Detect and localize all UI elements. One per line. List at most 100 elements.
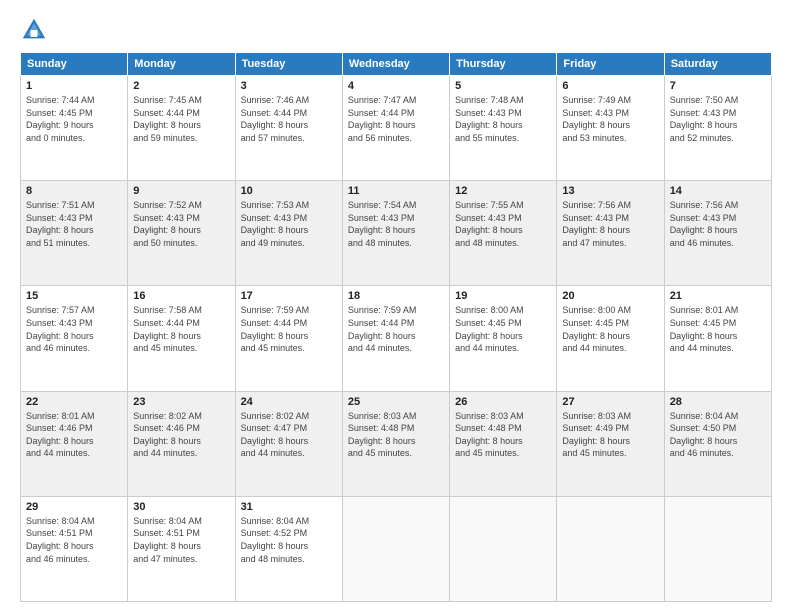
day-number: 12	[455, 185, 551, 197]
weekday-header-thursday: Thursday	[450, 53, 557, 76]
day-info: Sunrise: 8:04 AM Sunset: 4:51 PM Dayligh…	[26, 515, 122, 565]
day-info: Sunrise: 8:00 AM Sunset: 4:45 PM Dayligh…	[455, 304, 551, 354]
day-number: 31	[241, 501, 337, 513]
day-number: 10	[241, 185, 337, 197]
day-info: Sunrise: 7:50 AM Sunset: 4:43 PM Dayligh…	[670, 94, 766, 144]
calendar-day-cell: 14 Sunrise: 7:56 AM Sunset: 4:43 PM Dayli…	[664, 181, 771, 286]
day-info: Sunrise: 7:49 AM Sunset: 4:43 PM Dayligh…	[562, 94, 658, 144]
calendar-day-cell: 7 Sunrise: 7:50 AM Sunset: 4:43 PM Daylig…	[664, 76, 771, 181]
day-number: 9	[133, 185, 229, 197]
calendar-day-cell: 13 Sunrise: 7:56 AM Sunset: 4:43 PM Dayli…	[557, 181, 664, 286]
day-info: Sunrise: 7:54 AM Sunset: 4:43 PM Dayligh…	[348, 199, 444, 249]
day-info: Sunrise: 8:03 AM Sunset: 4:48 PM Dayligh…	[348, 410, 444, 460]
day-info: Sunrise: 7:47 AM Sunset: 4:44 PM Dayligh…	[348, 94, 444, 144]
day-info: Sunrise: 8:03 AM Sunset: 4:48 PM Dayligh…	[455, 410, 551, 460]
calendar-table: SundayMondayTuesdayWednesdayThursdayFrid…	[20, 52, 772, 602]
day-info: Sunrise: 7:44 AM Sunset: 4:45 PM Dayligh…	[26, 94, 122, 144]
day-number: 27	[562, 396, 658, 408]
day-info: Sunrise: 8:03 AM Sunset: 4:49 PM Dayligh…	[562, 410, 658, 460]
calendar-week-row: 1Sunrise: 7:44 AM Sunset: 4:45 PM Daylig…	[21, 76, 772, 181]
day-info: Sunrise: 8:00 AM Sunset: 4:45 PM Dayligh…	[562, 304, 658, 354]
day-info: Sunrise: 8:01 AM Sunset: 4:46 PM Dayligh…	[26, 410, 122, 460]
empty-day-cell	[342, 496, 449, 601]
day-number: 4	[348, 80, 444, 92]
calendar-day-cell: 1Sunrise: 7:44 AM Sunset: 4:45 PM Daylig…	[21, 76, 128, 181]
calendar-day-cell: 8 Sunrise: 7:51 AM Sunset: 4:43 PM Daylig…	[21, 181, 128, 286]
weekday-header-saturday: Saturday	[664, 53, 771, 76]
day-info: Sunrise: 8:02 AM Sunset: 4:46 PM Dayligh…	[133, 410, 229, 460]
day-info: Sunrise: 7:59 AM Sunset: 4:44 PM Dayligh…	[348, 304, 444, 354]
day-info: Sunrise: 7:52 AM Sunset: 4:43 PM Dayligh…	[133, 199, 229, 249]
calendar-day-cell: 15Sunrise: 7:57 AM Sunset: 4:43 PM Dayli…	[21, 286, 128, 391]
calendar-week-row: 29 Sunrise: 8:04 AM Sunset: 4:51 PM Dayli…	[21, 496, 772, 601]
day-info: Sunrise: 7:58 AM Sunset: 4:44 PM Dayligh…	[133, 304, 229, 354]
day-number: 25	[348, 396, 444, 408]
calendar-day-cell: 17 Sunrise: 7:59 AM Sunset: 4:44 PM Dayli…	[235, 286, 342, 391]
day-info: Sunrise: 7:46 AM Sunset: 4:44 PM Dayligh…	[241, 94, 337, 144]
day-number: 14	[670, 185, 766, 197]
calendar-day-cell: 6 Sunrise: 7:49 AM Sunset: 4:43 PM Daylig…	[557, 76, 664, 181]
calendar-day-cell: 5 Sunrise: 7:48 AM Sunset: 4:43 PM Daylig…	[450, 76, 557, 181]
calendar-week-row: 8 Sunrise: 7:51 AM Sunset: 4:43 PM Daylig…	[21, 181, 772, 286]
day-number: 3	[241, 80, 337, 92]
day-number: 17	[241, 290, 337, 302]
day-info: Sunrise: 7:59 AM Sunset: 4:44 PM Dayligh…	[241, 304, 337, 354]
calendar-day-cell: 22 Sunrise: 8:01 AM Sunset: 4:46 PM Dayli…	[21, 391, 128, 496]
day-number: 11	[348, 185, 444, 197]
calendar-day-cell: 9 Sunrise: 7:52 AM Sunset: 4:43 PM Daylig…	[128, 181, 235, 286]
day-number: 26	[455, 396, 551, 408]
day-number: 18	[348, 290, 444, 302]
day-number: 5	[455, 80, 551, 92]
calendar-day-cell: 23Sunrise: 8:02 AM Sunset: 4:46 PM Dayli…	[128, 391, 235, 496]
calendar-day-cell: 21 Sunrise: 8:01 AM Sunset: 4:45 PM Dayli…	[664, 286, 771, 391]
calendar-day-cell: 20 Sunrise: 8:00 AM Sunset: 4:45 PM Dayli…	[557, 286, 664, 391]
day-info: Sunrise: 7:51 AM Sunset: 4:43 PM Dayligh…	[26, 199, 122, 249]
calendar-header-row: SundayMondayTuesdayWednesdayThursdayFrid…	[21, 53, 772, 76]
day-info: Sunrise: 7:57 AM Sunset: 4:43 PM Dayligh…	[26, 304, 122, 354]
day-info: Sunrise: 8:04 AM Sunset: 4:52 PM Dayligh…	[241, 515, 337, 565]
day-number: 24	[241, 396, 337, 408]
calendar-day-cell: 25 Sunrise: 8:03 AM Sunset: 4:48 PM Dayli…	[342, 391, 449, 496]
day-number: 20	[562, 290, 658, 302]
calendar-day-cell: 27 Sunrise: 8:03 AM Sunset: 4:49 PM Dayli…	[557, 391, 664, 496]
calendar-day-cell: 26 Sunrise: 8:03 AM Sunset: 4:48 PM Dayli…	[450, 391, 557, 496]
calendar-day-cell: 18 Sunrise: 7:59 AM Sunset: 4:44 PM Dayli…	[342, 286, 449, 391]
day-number: 2	[133, 80, 229, 92]
logo	[20, 16, 52, 44]
day-info: Sunrise: 8:02 AM Sunset: 4:47 PM Dayligh…	[241, 410, 337, 460]
calendar-day-cell: 12Sunrise: 7:55 AM Sunset: 4:43 PM Dayli…	[450, 181, 557, 286]
calendar-day-cell: 2Sunrise: 7:45 AM Sunset: 4:44 PM Daylig…	[128, 76, 235, 181]
day-number: 6	[562, 80, 658, 92]
calendar-day-cell: 19 Sunrise: 8:00 AM Sunset: 4:45 PM Dayli…	[450, 286, 557, 391]
day-number: 28	[670, 396, 766, 408]
day-number: 22	[26, 396, 122, 408]
day-number: 7	[670, 80, 766, 92]
empty-day-cell	[664, 496, 771, 601]
calendar-week-row: 15Sunrise: 7:57 AM Sunset: 4:43 PM Dayli…	[21, 286, 772, 391]
logo-icon	[20, 16, 48, 44]
day-info: Sunrise: 8:01 AM Sunset: 4:45 PM Dayligh…	[670, 304, 766, 354]
weekday-header-monday: Monday	[128, 53, 235, 76]
weekday-header-sunday: Sunday	[21, 53, 128, 76]
day-info: Sunrise: 7:56 AM Sunset: 4:43 PM Dayligh…	[670, 199, 766, 249]
weekday-header-wednesday: Wednesday	[342, 53, 449, 76]
empty-day-cell	[450, 496, 557, 601]
day-number: 19	[455, 290, 551, 302]
day-info: Sunrise: 8:04 AM Sunset: 4:50 PM Dayligh…	[670, 410, 766, 460]
calendar-day-cell: 31 Sunrise: 8:04 AM Sunset: 4:52 PM Dayli…	[235, 496, 342, 601]
calendar-day-cell: 29 Sunrise: 8:04 AM Sunset: 4:51 PM Dayli…	[21, 496, 128, 601]
day-info: Sunrise: 7:48 AM Sunset: 4:43 PM Dayligh…	[455, 94, 551, 144]
day-number: 13	[562, 185, 658, 197]
day-info: Sunrise: 7:56 AM Sunset: 4:43 PM Dayligh…	[562, 199, 658, 249]
empty-day-cell	[557, 496, 664, 601]
day-number: 21	[670, 290, 766, 302]
calendar-day-cell: 3 Sunrise: 7:46 AM Sunset: 4:44 PM Daylig…	[235, 76, 342, 181]
calendar-day-cell: 24 Sunrise: 8:02 AM Sunset: 4:47 PM Dayli…	[235, 391, 342, 496]
calendar-day-cell: 30Sunrise: 8:04 AM Sunset: 4:51 PM Dayli…	[128, 496, 235, 601]
day-number: 16	[133, 290, 229, 302]
calendar-day-cell: 11 Sunrise: 7:54 AM Sunset: 4:43 PM Dayli…	[342, 181, 449, 286]
day-number: 8	[26, 185, 122, 197]
day-number: 29	[26, 501, 122, 513]
calendar-week-row: 22 Sunrise: 8:01 AM Sunset: 4:46 PM Dayli…	[21, 391, 772, 496]
weekday-header-friday: Friday	[557, 53, 664, 76]
